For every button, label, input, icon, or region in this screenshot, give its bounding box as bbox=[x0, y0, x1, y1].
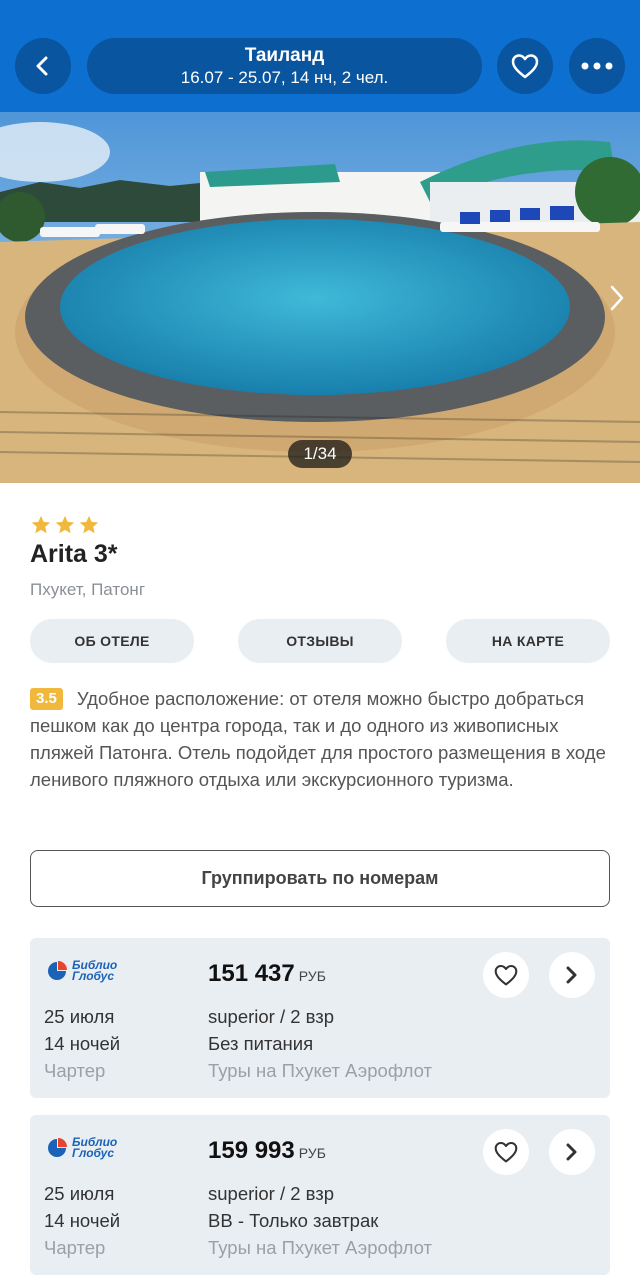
group-by-rooms-button[interactable]: Группировать по номерам bbox=[30, 850, 610, 907]
more-button[interactable] bbox=[569, 38, 625, 94]
star-icon bbox=[79, 515, 99, 534]
hotel-name: Arita 3* bbox=[30, 540, 118, 568]
photo-counter: 1/34 bbox=[288, 440, 352, 468]
offer-tour: Туры на Пхукет Аэрофлот bbox=[208, 1237, 432, 1258]
biblio-globus-logo-icon bbox=[48, 1138, 67, 1157]
offer-room: superior / 2 взр bbox=[208, 1006, 335, 1027]
offer-price: 151 437 РУБ bbox=[208, 960, 326, 988]
biblio-globus-logo-icon bbox=[48, 961, 67, 980]
offer-date: 25 июля bbox=[44, 1183, 115, 1204]
destination-title: Таиланд bbox=[244, 44, 325, 66]
hotel-location: Пхукет, Патонг bbox=[30, 580, 146, 599]
offer-nights: 14 ночей bbox=[44, 1210, 121, 1231]
offer-date: 25 июля bbox=[44, 1006, 115, 1027]
search-summary-pill[interactable]: Таиланд 16.07 - 25.07, 14 нч, 2 чел. bbox=[87, 38, 482, 94]
tab-reviews[interactable]: ОТЗЫВЫ bbox=[238, 619, 402, 663]
gallery-next-button[interactable] bbox=[602, 280, 632, 316]
hotel-description: 3.5 Удобное расположение: от отеля можно … bbox=[30, 685, 620, 793]
price-currency: РУБ bbox=[298, 1145, 326, 1161]
hotel-pool-photo bbox=[0, 112, 640, 483]
tab-about-hotel[interactable]: ОБ ОТЕЛЕ bbox=[30, 619, 194, 663]
description-text: Удобное расположение: от отеля можно быс… bbox=[30, 688, 606, 790]
rating-badge: 3.5 bbox=[30, 688, 63, 710]
offer-card[interactable]: Библио Глобус 159 993 РУБ 25 июля 14 ночей… bbox=[30, 1115, 610, 1275]
operator-name-line2: Глобус bbox=[72, 1146, 115, 1160]
operator-logo: Библио Глобус bbox=[46, 1136, 117, 1160]
price-value: 151 437 bbox=[208, 960, 295, 987]
offer-open-button[interactable] bbox=[549, 952, 595, 998]
tab-on-map[interactable]: НА КАРТЕ bbox=[446, 619, 610, 663]
price-value: 159 993 bbox=[208, 1137, 295, 1164]
offer-room: superior / 2 взр bbox=[208, 1183, 335, 1204]
hotel-stars bbox=[30, 514, 100, 536]
offer-flight-type: Чартер bbox=[44, 1237, 106, 1258]
chevron-right-icon bbox=[566, 966, 577, 984]
operator-logo: Библио Глобус bbox=[46, 959, 117, 983]
chevron-right-icon bbox=[610, 285, 624, 311]
offer-favorite-button[interactable] bbox=[483, 1129, 529, 1175]
star-icon bbox=[31, 515, 51, 534]
offer-meal: BB - Только завтрак bbox=[208, 1210, 379, 1231]
operator-name-line2: Глобус bbox=[72, 969, 115, 983]
top-bar: Таиланд 16.07 - 25.07, 14 нч, 2 чел. bbox=[0, 0, 640, 112]
favorite-button[interactable] bbox=[497, 38, 553, 94]
offer-meal: Без питания bbox=[208, 1033, 314, 1054]
more-dots-icon bbox=[581, 62, 613, 70]
offer-flight-type: Чартер bbox=[44, 1060, 106, 1081]
offer-price: 159 993 РУБ bbox=[208, 1137, 326, 1165]
offer-nights: 14 ночей bbox=[44, 1033, 121, 1054]
back-button[interactable] bbox=[15, 38, 71, 94]
heart-icon bbox=[494, 964, 518, 986]
offer-tour: Туры на Пхукет Аэрофлот bbox=[208, 1060, 432, 1081]
star-icon bbox=[55, 515, 75, 534]
hotel-photo-gallery[interactable] bbox=[0, 112, 640, 483]
chevron-left-icon bbox=[36, 56, 48, 76]
offer-favorite-button[interactable] bbox=[483, 952, 529, 998]
price-currency: РУБ bbox=[298, 968, 326, 984]
offer-card[interactable]: Библио Глобус 151 437 РУБ 25 июля 14 ночей… bbox=[30, 938, 610, 1098]
chevron-right-icon bbox=[566, 1143, 577, 1161]
offer-open-button[interactable] bbox=[549, 1129, 595, 1175]
heart-icon bbox=[511, 54, 539, 79]
search-params: 16.07 - 25.07, 14 нч, 2 чел. bbox=[180, 67, 389, 87]
heart-icon bbox=[494, 1141, 518, 1163]
